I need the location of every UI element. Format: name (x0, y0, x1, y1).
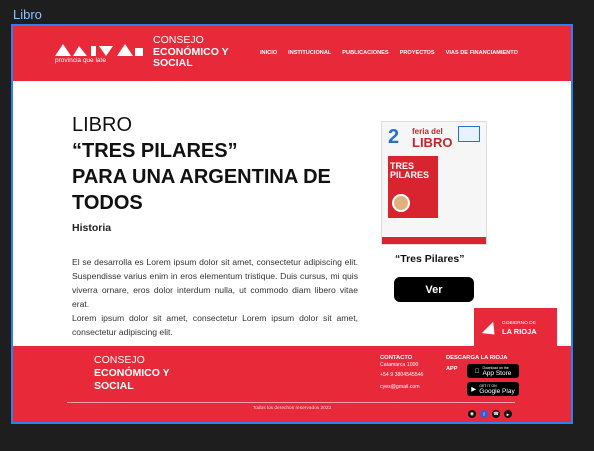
paragraph: El se desarrolla es Lorem ipsum dolor si… (72, 257, 358, 309)
paragraph: Lorem ipsum dolor sit amet, consectetur … (72, 313, 358, 337)
youtube-icon[interactable]: ► (504, 410, 512, 418)
nav-item-proyectos[interactable]: PROYECTOS (400, 50, 435, 56)
ver-button[interactable]: Ver (394, 277, 474, 302)
section-subtitle: Historia (72, 222, 112, 234)
cover-seal (458, 126, 480, 142)
arrow-icon (481, 321, 501, 341)
nav-item-vias-financiamiento[interactable]: VIAS DE FINANCIAMIENTO (446, 50, 518, 56)
footer-contact: CONTACTO Catamarca 1000 +54 9 3804545546… (380, 354, 423, 393)
title-line: PARA UNA ARGENTINA DE (72, 166, 331, 188)
site-footer: CONSEJO ECONÓMICO Y SOCIAL CONTACTO Cata… (13, 346, 571, 422)
facebook-icon[interactable]: f (480, 410, 488, 418)
nav-item-publicaciones[interactable]: PUBLICACIONES (342, 50, 388, 56)
cover-libro: LIBRO (412, 135, 453, 150)
contact-heading: CONTACTO (380, 355, 413, 361)
cover-title-line: PILARES (390, 170, 430, 180)
app-store-button[interactable]:  Download on the App Store (467, 364, 519, 378)
page-title: LIBRO “TRES PILARES” PARA UNA ARGENTINA … (72, 112, 331, 216)
nav-item-inicio[interactable]: INICIO (260, 50, 277, 56)
cover-feria-text: feria del LIBRO (412, 128, 453, 150)
app-label: APP (446, 366, 458, 372)
google-play-button[interactable]: ▶ GET IT ON Google Play (467, 382, 519, 396)
contact-phone[interactable]: +54 9 3804545546 (380, 369, 423, 381)
google-play-text: GET IT ON Google Play (479, 384, 514, 395)
title-line: “TRES PILARES” (72, 140, 238, 162)
footer-brand-line: ECONÓMICO Y (94, 367, 170, 379)
la-rioja-logo[interactable] (55, 42, 145, 58)
footer-divider (67, 402, 515, 403)
cover-portrait (392, 194, 410, 212)
main-nav: INICIO INSTITUCIONAL PUBLICACIONES PROYE… (260, 50, 518, 56)
body-text: El se desarrolla es Lorem ipsum dolor si… (72, 255, 358, 339)
gobierno-la-rioja-badge[interactable]: GOBIERNO DE LA RIOJA (474, 308, 557, 348)
apple-icon:  (475, 368, 480, 375)
site-header: provincia que late CONSEJO ECONÓMICO Y S… (13, 26, 571, 81)
contact-address: Catamarca 1000 (380, 362, 419, 368)
instagram-icon[interactable]: ◉ (468, 410, 476, 418)
footer-brand: CONSEJO ECONÓMICO Y SOCIAL (94, 354, 170, 393)
whatsapp-icon[interactable]: ☎ (492, 410, 500, 418)
app-store-text: Download on the App Store (482, 366, 511, 377)
badge-big-text: LA RIOJA (502, 327, 537, 336)
site-brand[interactable]: CONSEJO ECONÓMICO Y SOCIAL (153, 34, 229, 70)
contact-email[interactable]: cyes@gmail.com (380, 381, 423, 393)
nav-item-institucional[interactable]: INSTITUCIONAL (288, 50, 331, 56)
book-caption: “Tres Pilares” (395, 253, 465, 265)
title-line: TODOS (72, 192, 143, 214)
badge-small-text: GOBIERNO DE (502, 321, 536, 326)
footer-brand-line: SOCIAL (94, 380, 134, 392)
book-cover-image: 2 feria del LIBRO TRES PILARES (381, 121, 487, 245)
footer-brand-line: CONSEJO (94, 354, 145, 366)
brand-line: SOCIAL (153, 57, 193, 69)
frame-label: Libro (13, 7, 42, 22)
social-links: ◉ f ☎ ► (468, 410, 512, 418)
cover-number: 2 (388, 126, 400, 148)
download-heading: DESCARGA LA RIOJA (446, 355, 508, 361)
cover-title: TRES PILARES (390, 162, 429, 180)
play-icon: ▶ (471, 386, 477, 393)
logo-tagline: provincia que late (55, 57, 106, 64)
page-frame: provincia que late CONSEJO ECONÓMICO Y S… (11, 24, 573, 424)
brand-line: CONSEJO (153, 34, 204, 46)
app-store-label: App Store (480, 369, 511, 377)
title-line: LIBRO (72, 114, 133, 136)
google-play-label: Google Play (479, 387, 515, 395)
cover-strip (382, 237, 486, 244)
